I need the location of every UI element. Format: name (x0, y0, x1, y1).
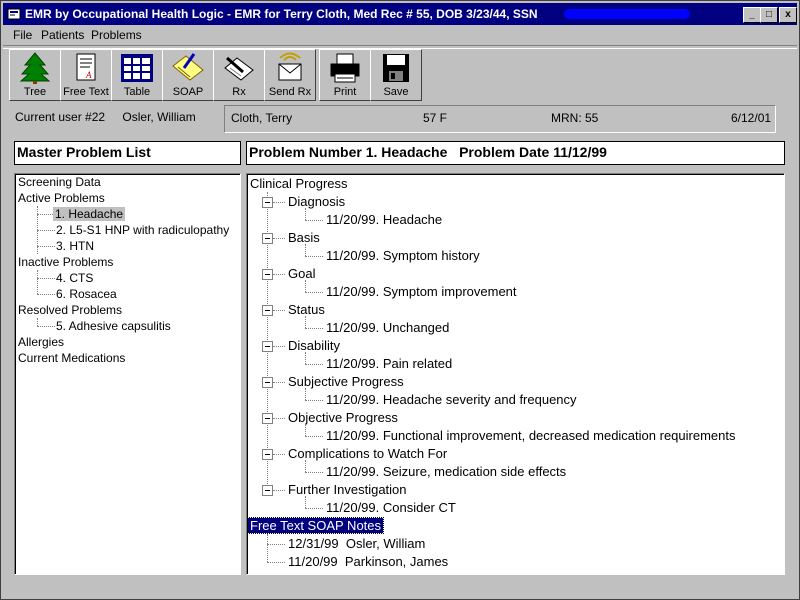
ssn-redaction (564, 9, 690, 19)
close-button[interactable]: x (779, 7, 797, 23)
print-label: Print (333, 86, 357, 98)
soap-label: SOAP (172, 86, 204, 98)
menu-patients[interactable]: Patients (41, 28, 84, 42)
rx-label: Rx (232, 86, 246, 98)
current-user-name: Osler, William (122, 110, 196, 124)
tree-label: Tree (23, 86, 47, 98)
menu-problems[interactable]: Problems (91, 28, 142, 42)
minimize-button[interactable]: _ (743, 7, 761, 23)
soap-notes-root[interactable]: Free Text SOAP Notes (247, 517, 385, 534)
patient-info-box: Cloth, Terry 57 F MRN: 55 6/12/01 (224, 105, 776, 133)
collapse-icon[interactable] (262, 233, 273, 244)
current-user-label: Current user #22 (15, 110, 106, 124)
floppy-disk-icon (383, 54, 409, 82)
entry-status[interactable]: 11/20/99. Unchanged (326, 320, 449, 335)
entry-further-investigation[interactable]: 11/20/99. Consider CT (326, 500, 456, 515)
entry-objective-progress[interactable]: 11/20/99. Functional improvement, decrea… (326, 428, 735, 443)
menu-file[interactable]: File (13, 28, 32, 42)
section-status[interactable]: Status (288, 302, 325, 317)
printer-icon (330, 53, 360, 83)
document-icon: A (76, 53, 96, 81)
tree-current-medications[interactable]: Current Medications (18, 351, 125, 365)
send-rx-button[interactable]: Send Rx (264, 49, 316, 101)
entry-diagnosis[interactable]: 11/20/99. Headache (326, 212, 442, 227)
app-window: EMR by Occupational Health Logic - EMR f… (0, 0, 800, 600)
entry-subjective-progress[interactable]: 11/20/99. Headache severity and frequenc… (326, 392, 577, 407)
tree-problem-adhesive-capsulitis[interactable]: 5. Adhesive capsulitis (56, 319, 171, 333)
section-complications[interactable]: Complications to Watch For (288, 446, 447, 461)
menu-bar: File Patients Problems (3, 25, 797, 45)
patient-mrn: MRN: 55 (551, 111, 599, 125)
section-diagnosis[interactable]: Diagnosis (288, 194, 345, 209)
tree-problem-hnp[interactable]: 2. L5-S1 HNP with radiculopathy (56, 223, 229, 237)
collapse-icon[interactable] (262, 197, 273, 208)
section-basis[interactable]: Basis (288, 230, 320, 245)
tree-problem-headache[interactable]: 1. Headache (53, 207, 126, 221)
collapse-icon[interactable] (262, 269, 273, 280)
print-button[interactable]: Print (319, 49, 371, 101)
patient-age-sex: 57 F (423, 111, 448, 125)
title-bar[interactable]: EMR by Occupational Health Logic - EMR f… (3, 3, 797, 25)
section-further-investigation[interactable]: Further Investigation (288, 482, 407, 497)
section-objective-progress[interactable]: Objective Progress (288, 410, 398, 425)
clinical-progress-root[interactable]: Clinical Progress (250, 176, 348, 191)
prescription-pad-icon (224, 56, 254, 81)
tree-resolved-problems[interactable]: Resolved Problems (18, 303, 122, 317)
section-subjective-progress[interactable]: Subjective Progress (288, 374, 404, 389)
patient-name: Cloth, Terry (231, 111, 293, 125)
clinical-progress-tree[interactable]: Clinical Progress Diagnosis 11/20/99. He… (246, 173, 785, 575)
collapse-icon[interactable] (262, 377, 273, 388)
tree-button[interactable]: Tree (9, 49, 61, 101)
free-text-label: Free Text (63, 86, 109, 98)
collapse-icon[interactable] (262, 485, 273, 496)
entry-basis[interactable]: 11/20/99. Symptom history (326, 248, 480, 263)
tree-problem-htn[interactable]: 3. HTN (56, 239, 94, 253)
collapse-icon[interactable] (262, 305, 273, 316)
problem-header: Problem Number 1. Headache Problem Date … (246, 141, 785, 165)
tree-icon (19, 52, 51, 84)
current-user: Current user #22 Osler, William (15, 110, 196, 124)
svg-text:A: A (85, 70, 92, 80)
table-label: Table (123, 86, 151, 98)
tree-inactive-problems[interactable]: Inactive Problems (18, 255, 113, 269)
soap-note-item[interactable]: 12/31/99 Osler, William (288, 536, 425, 551)
free-text-button[interactable]: A Free Text (60, 49, 112, 101)
table-button[interactable]: Table (111, 49, 163, 101)
collapse-icon[interactable] (262, 341, 273, 352)
save-button[interactable]: Save (370, 49, 422, 101)
envelope-signal-icon (278, 52, 302, 81)
master-problem-tree[interactable]: Screening Data Active Problems 1. Headac… (14, 173, 241, 575)
master-problem-list-header: Master Problem List (14, 141, 241, 165)
entry-disability[interactable]: 11/20/99. Pain related (326, 356, 452, 371)
patient-date: 6/12/01 (731, 111, 772, 125)
rx-button[interactable]: Rx (213, 49, 265, 101)
notebook-pen-icon (172, 53, 204, 81)
entry-complications[interactable]: 11/20/99. Seizure, medication side effec… (326, 464, 566, 479)
save-label: Save (383, 86, 409, 98)
collapse-icon[interactable] (262, 413, 273, 424)
maximize-button[interactable]: □ (760, 7, 778, 23)
tree-allergies[interactable]: Allergies (18, 335, 64, 349)
collapse-icon[interactable] (262, 449, 273, 460)
table-icon (121, 54, 153, 82)
entry-goal[interactable]: 11/20/99. Symptom improvement (326, 284, 517, 299)
app-icon (7, 8, 21, 20)
tree-screening-data[interactable]: Screening Data (18, 175, 101, 189)
tree-problem-cts[interactable]: 4. CTS (56, 271, 93, 285)
tree-active-problems[interactable]: Active Problems (18, 191, 105, 205)
section-disability[interactable]: Disability (288, 338, 340, 353)
soap-button[interactable]: SOAP (162, 49, 214, 101)
send-rx-label: Send Rx (268, 86, 312, 98)
window-title: EMR by Occupational Health Logic - EMR f… (25, 7, 538, 21)
soap-note-item[interactable]: 11/20/99 Parkinson, James (288, 554, 448, 569)
section-goal[interactable]: Goal (288, 266, 315, 281)
tree-problem-rosacea[interactable]: 6. Rosacea (56, 287, 117, 301)
